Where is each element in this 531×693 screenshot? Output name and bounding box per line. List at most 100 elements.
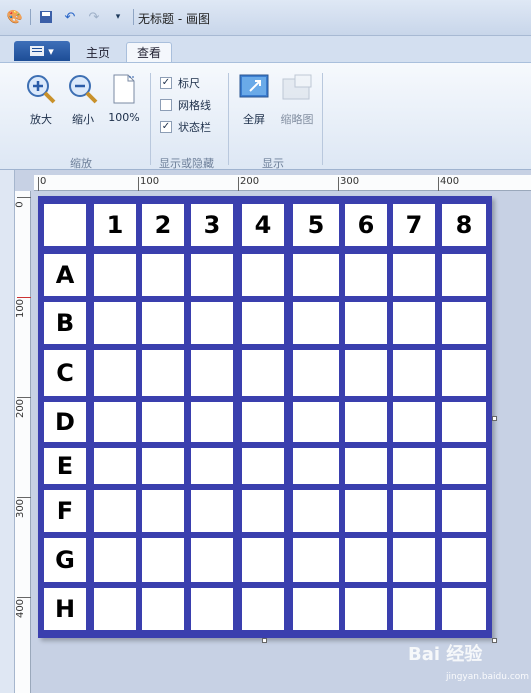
showhide-group-label: 显示或隐藏 [159,157,214,170]
paint-app-icon[interactable]: 🎨 [6,8,24,26]
actual-size-button[interactable]: 100% [106,73,142,124]
grid-cell [393,402,435,442]
customize-dropdown-icon[interactable]: ▾ [109,8,127,26]
ribbon-tabs: ▾ 主页 查看 [0,36,531,62]
baidu-watermark-url: jingyan.baidu.com [446,672,530,682]
grid-cell [242,490,284,532]
grid-cell [442,588,486,630]
ruler-checkbox[interactable]: ✓ 标尺 [160,75,200,91]
menu-icon [30,46,45,56]
grid-cell [393,588,435,630]
grid-cell [191,588,233,630]
grid-cell [442,448,486,484]
menu-dropdown-label: ▾ [48,44,54,58]
grid-cell [293,350,339,396]
undo-icon[interactable]: ↶ [61,8,79,26]
grid-cell [345,490,387,532]
grid-cell [94,490,136,532]
row-header: D [44,402,86,442]
grid-cell [142,448,184,484]
gridlines-check-box [160,99,172,111]
zoom-in-label: 放大 [30,113,52,126]
grid-cell [242,402,284,442]
thumbnail-label: 缩略图 [280,113,314,126]
grid-cell [142,490,184,532]
grid-cell [345,448,387,484]
corner-cell [44,204,86,246]
baidu-watermark: Bai 经验 [408,644,483,665]
grid-cell [393,350,435,396]
fullscreen-button[interactable]: 全屏 [236,73,272,127]
column-header: 3 [191,204,233,246]
grid-cell [191,538,233,582]
thumbnail-button[interactable]: 缩略图 [276,73,318,127]
column-header: 2 [142,204,184,246]
window-left-frame [0,170,15,693]
resize-handle-corner[interactable] [492,638,497,643]
actual-size-label: 100% [108,111,140,124]
grid-cell [393,448,435,484]
qat-separator [30,9,31,25]
gridlines-checkbox[interactable]: 网格线 [160,97,211,113]
grid-cell [242,588,284,630]
h-ruler-label: 0 [40,176,47,187]
drawing-canvas[interactable]: 1 2 3 4 5 6 7 8 A B C D E F G H [38,196,492,638]
zoom-out-button[interactable]: 缩小 [66,73,100,127]
grid-cell [191,302,233,344]
grid-cell [442,490,486,532]
grid-cell [142,588,184,630]
quick-access-toolbar: 🎨 ↶ ↷ ▾ [6,8,134,26]
grid-cell [191,448,233,484]
grid-cell [393,538,435,582]
v-ruler-label: 0 [14,201,26,208]
grid-cell [94,302,136,344]
grid-cell [94,402,136,442]
gridlines-label: 网格线 [178,99,211,112]
grid-cell [393,302,435,344]
column-header: 4 [242,204,284,246]
tab-view[interactable]: 查看 [126,42,172,62]
grid-cell [345,254,387,296]
grid-cell [191,254,233,296]
grid-cell [345,350,387,396]
fullscreen-icon [239,74,269,98]
v-ruler-label: 400 [15,598,27,619]
grid-cell [142,350,184,396]
zoom-out-icon [69,75,98,104]
row-header: C [44,350,86,396]
group-separator [150,73,151,165]
grid-cell [345,538,387,582]
grid-cell [191,350,233,396]
row-header: A [44,254,86,296]
grid-cell [345,588,387,630]
thumbnail-icon [282,74,312,100]
statusbar-checkbox[interactable]: ✓ 状态栏 [160,119,211,135]
grid-cell [293,402,339,442]
grid-cell [142,402,184,442]
grid-cell [345,402,387,442]
grid-cell [242,538,284,582]
column-header: 1 [94,204,136,246]
statusbar-check-box: ✓ [160,121,172,133]
resize-handle-bottom[interactable] [262,638,267,643]
paint-menu-button[interactable]: ▾ [14,41,70,61]
horizontal-ruler: 0 100 200 300 400 [34,175,531,191]
grid-cell [94,350,136,396]
fullscreen-label: 全屏 [243,113,265,126]
tab-home[interactable]: 主页 [78,42,118,62]
grid-cell [442,254,486,296]
row-header: F [44,490,86,532]
resize-handle-right[interactable] [492,416,497,421]
zoom-in-button[interactable]: 放大 [24,73,58,127]
row-header: E [44,448,86,484]
group-separator [322,73,323,165]
grid-cell [142,302,184,344]
redo-icon[interactable]: ↷ [85,8,103,26]
row-header: B [44,302,86,344]
grid-cell [94,448,136,484]
save-icon[interactable] [37,8,55,26]
zoom-group-label: 缩放 [70,157,92,170]
grid-cell [393,490,435,532]
window-title: 无标题 - 画图 [138,12,210,26]
page-icon [113,74,135,104]
